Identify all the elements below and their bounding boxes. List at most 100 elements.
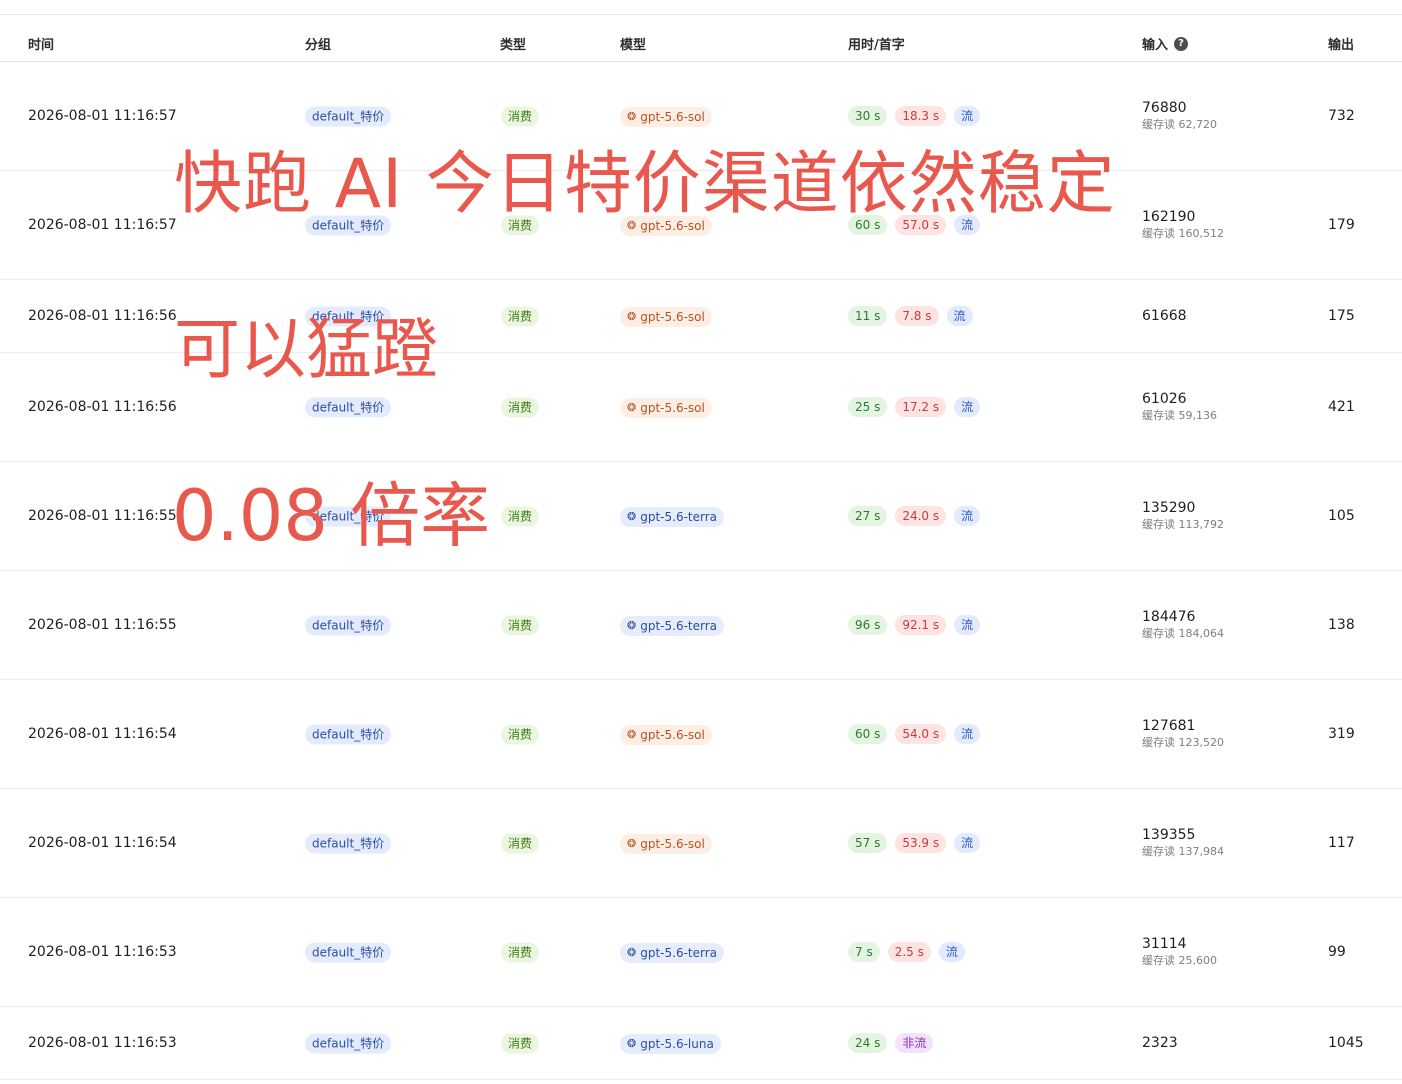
model-icon: ❂	[627, 837, 637, 850]
model-name: gpt-5.6-terra	[640, 946, 717, 960]
model-name: gpt-5.6-sol	[640, 837, 705, 851]
duration-tag: 27 s	[848, 506, 888, 526]
table-header: 时间 分组 类型 模型 用时/首字 输入 ? 输出	[0, 15, 1402, 62]
output-tokens: 138	[1328, 617, 1355, 633]
type-tag: 消费	[501, 724, 540, 745]
first-token-tag: 7.8 s	[895, 306, 939, 326]
output-tokens: 732	[1328, 108, 1355, 124]
output-tokens: 421	[1328, 399, 1355, 415]
duration-tag: 57 s	[848, 833, 888, 853]
timing-group: 27 s 24.0 s 流	[848, 506, 981, 526]
input-tokens: 76880	[1142, 100, 1187, 116]
input-cell: 61668	[1142, 307, 1187, 325]
input-tokens: 31114	[1142, 936, 1187, 952]
input-cell: 184476 缓存读 184,064	[1142, 608, 1224, 642]
model-tag: ❂ gpt-5.6-sol	[620, 107, 712, 127]
row-time: 2026-08-01 11:16:53	[28, 1035, 177, 1051]
table-row[interactable]: 2026-08-01 11:16:54 default_特价 消费 ❂ gpt-5.6-…	[0, 789, 1402, 898]
table-row[interactable]: 2026-08-01 11:16:53 default_特价 消费 ❂ gpt-5.6-…	[0, 898, 1402, 1007]
type-tag: 消费	[501, 942, 540, 963]
duration-tag: 30 s	[848, 106, 888, 126]
model-name: gpt-5.6-luna	[640, 1037, 714, 1051]
first-token-tag: 17.2 s	[895, 397, 947, 417]
type-tag: 消费	[501, 306, 540, 327]
first-token-tag: 24.0 s	[895, 506, 947, 526]
input-cell: 76880 缓存读 62,720	[1142, 99, 1217, 133]
row-time: 2026-08-01 11:16:56	[28, 399, 177, 415]
first-token-tag: 2.5 s	[887, 942, 931, 962]
group-tag: default_特价	[305, 1033, 392, 1054]
stream-mode-tag: 流	[938, 942, 965, 962]
header-group[interactable]: 分组	[305, 34, 331, 53]
input-tokens: 127681	[1142, 718, 1196, 734]
header-model[interactable]: 模型	[620, 34, 646, 53]
row-time: 2026-08-01 11:16:55	[28, 617, 177, 633]
cache-read: 缓存读 113,792	[1142, 518, 1224, 531]
header-timing[interactable]: 用时/首字	[848, 34, 905, 53]
input-cell: 61026 缓存读 59,136	[1142, 390, 1217, 424]
model-tag: ❂ gpt-5.6-terra	[620, 616, 724, 636]
group-tag: default_特价	[305, 615, 392, 636]
output-tokens: 319	[1328, 726, 1355, 742]
input-tokens: 61026	[1142, 391, 1187, 407]
cache-read: 缓存读 184,064	[1142, 627, 1224, 640]
timing-group: 96 s 92.1 s 流	[848, 615, 981, 635]
timing-group: 60 s 54.0 s 流	[848, 724, 981, 744]
row-time: 2026-08-01 11:16:56	[28, 308, 177, 324]
first-token-tag: 53.9 s	[895, 833, 947, 853]
group-tag: default_特价	[305, 724, 392, 745]
output-tokens: 175	[1328, 308, 1355, 324]
type-tag: 消费	[501, 506, 540, 527]
input-tokens: 162190	[1142, 209, 1196, 225]
type-tag: 消费	[501, 1033, 540, 1054]
header-time[interactable]: 时间	[28, 34, 54, 53]
input-tokens: 184476	[1142, 609, 1196, 625]
timing-group: 57 s 53.9 s 流	[848, 833, 981, 853]
header-output[interactable]: 输出	[1328, 34, 1354, 53]
group-tag: default_特价	[305, 106, 392, 127]
type-tag: 消费	[501, 397, 540, 418]
model-icon: ❂	[627, 1037, 637, 1050]
header-input[interactable]: 输入 ?	[1142, 34, 1189, 53]
timing-group: 11 s 7.8 s 流	[848, 306, 973, 326]
cache-read: 缓存读 123,520	[1142, 736, 1224, 749]
model-name: gpt-5.6-terra	[640, 510, 717, 524]
cache-read: 缓存读 25,600	[1142, 954, 1217, 967]
model-icon: ❂	[627, 728, 637, 741]
model-icon: ❂	[627, 946, 637, 959]
group-tag: default_特价	[305, 833, 392, 854]
input-cell: 127681 缓存读 123,520	[1142, 717, 1224, 751]
output-tokens: 179	[1328, 217, 1355, 233]
input-tokens: 61668	[1142, 308, 1187, 324]
input-tokens: 139355	[1142, 827, 1196, 843]
help-icon[interactable]: ?	[1174, 36, 1189, 51]
table-row[interactable]: 2026-08-01 11:16:54 default_特价 消费 ❂ gpt-5.6-…	[0, 680, 1402, 789]
output-tokens: 1045	[1328, 1035, 1364, 1051]
duration-tag: 24 s	[848, 1033, 888, 1053]
model-icon: ❂	[627, 619, 637, 632]
model-tag: ❂ gpt-5.6-sol	[620, 834, 712, 854]
row-time: 2026-08-01 11:16:53	[28, 944, 177, 960]
model-name: gpt-5.6-terra	[640, 619, 717, 633]
model-tag: ❂ gpt-5.6-sol	[620, 307, 712, 327]
group-tag: default_特价	[305, 397, 392, 418]
row-time: 2026-08-01 11:16:55	[28, 508, 177, 524]
input-tokens: 135290	[1142, 500, 1196, 516]
model-icon: ❂	[627, 310, 637, 323]
table-row[interactable]: 2026-08-01 11:16:53 default_特价 消费 ❂ gpt-5.6-…	[0, 1007, 1402, 1080]
header-type[interactable]: 类型	[500, 34, 526, 53]
input-cell: 135290 缓存读 113,792	[1142, 499, 1224, 533]
model-name: gpt-5.6-sol	[640, 401, 705, 415]
row-time: 2026-08-01 11:16:57	[28, 217, 177, 233]
cache-read: 缓存读 62,720	[1142, 118, 1217, 131]
row-time: 2026-08-01 11:16:54	[28, 835, 177, 851]
stream-mode-tag: 流	[954, 833, 981, 853]
overlay-subline: 可以猛蹬	[174, 311, 438, 388]
timing-group: 24 s 非流	[848, 1033, 934, 1053]
output-tokens: 105	[1328, 508, 1355, 524]
table-row[interactable]: 2026-08-01 11:16:55 default_特价 消费 ❂ gpt-5.6-…	[0, 571, 1402, 680]
model-tag: ❂ gpt-5.6-luna	[620, 1034, 721, 1054]
timing-group: 30 s 18.3 s 流	[848, 106, 981, 126]
output-tokens: 117	[1328, 835, 1355, 851]
input-cell: 2323	[1142, 1034, 1178, 1052]
